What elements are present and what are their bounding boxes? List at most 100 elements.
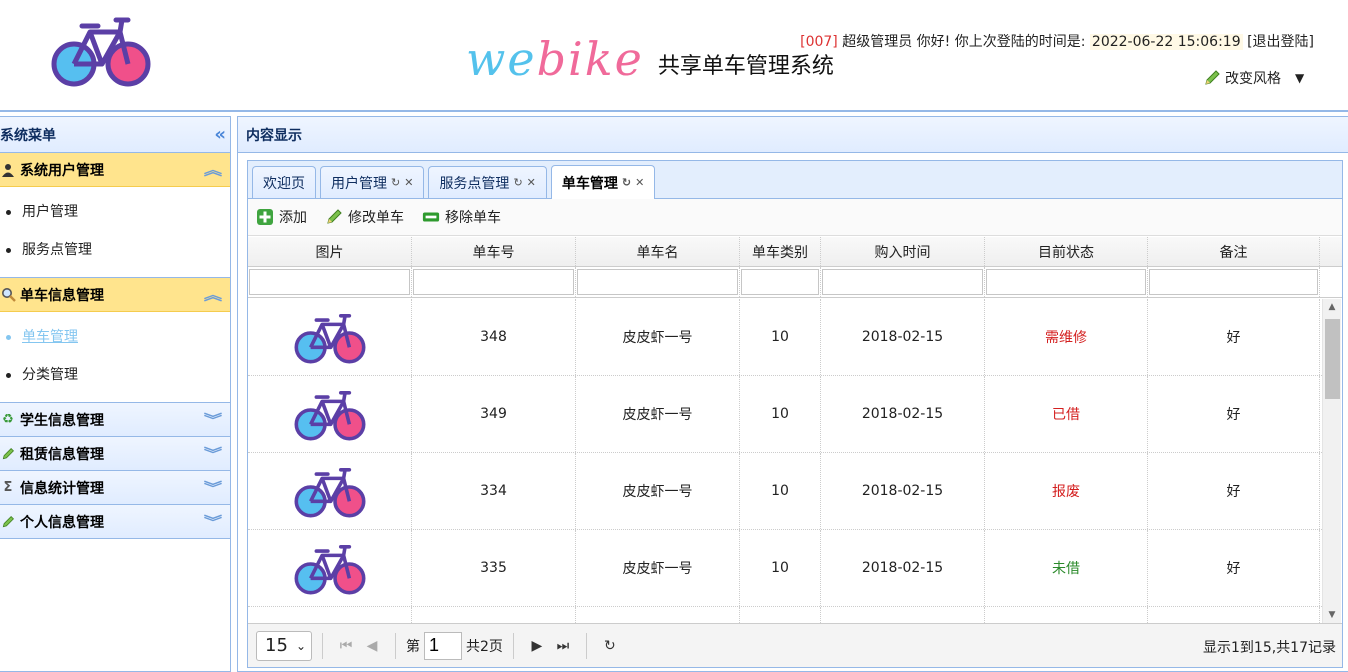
menu-item-bike-management[interactable]: 单车管理 (6, 318, 230, 356)
column-header-image[interactable]: 图片 (248, 237, 412, 266)
close-tab-icon[interactable]: ✕ (635, 176, 644, 189)
menu-item-category-management[interactable]: 分类管理 (6, 356, 230, 394)
empty-cell (412, 607, 576, 623)
edit-bike-button[interactable]: 修改单车 (325, 207, 404, 227)
table-row[interactable]: 349 皮皮虾一号 10 2018-02-15 已借好 (248, 376, 1322, 453)
grid-body: 348 皮皮虾一号 10 2018-02-15 需维修好 349 皮皮虾一号 10 2018-0… (248, 299, 1322, 623)
scroll-down-icon[interactable]: ▼ (1323, 607, 1341, 623)
refresh-tab-icon[interactable]: ↻ (391, 176, 400, 189)
scroll-up-icon[interactable]: ▲ (1323, 299, 1341, 315)
bike-data-grid: 图片 单车号 单车名 单车类别 购入时间 目前状态 备注 348 皮皮虾一号 10 2… (248, 237, 1342, 623)
section-header-statistics[interactable]: Σ 信息统计管理 ︾ (0, 471, 230, 505)
refresh-tab-icon[interactable]: ↻ (622, 176, 631, 189)
column-header-note[interactable]: 备注 (1148, 237, 1320, 266)
table-row[interactable]: 334 皮皮虾一号 10 2018-02-15 报废好 (248, 453, 1322, 530)
bike-image-icon (248, 530, 412, 606)
column-header-bike-name[interactable]: 单车名 (576, 237, 740, 266)
brand-bike: bike (536, 32, 644, 86)
filter-image-input[interactable] (249, 269, 410, 295)
add-button[interactable]: 添加 (256, 207, 307, 227)
pencil-icon (0, 514, 16, 530)
section-header-rental-info[interactable]: 租赁信息管理 ︾ (0, 437, 230, 471)
add-label: 添加 (279, 210, 307, 226)
tab-welcome[interactable]: 欢迎页 (252, 166, 316, 198)
page-size-select[interactable]: 15 ⌄ (256, 630, 312, 661)
pencil-icon (0, 446, 16, 462)
first-page-icon[interactable]: ⏮ (333, 633, 359, 659)
close-tab-icon[interactable]: ✕ (527, 176, 536, 189)
note-cell: 好 (1148, 299, 1320, 375)
sidebar-title: 系统菜单 (0, 127, 56, 144)
header-divider (0, 110, 1348, 112)
collapse-up-icon: ︽ (203, 162, 223, 179)
collapse-sidebar-icon[interactable]: « (214, 124, 225, 145)
table-row[interactable]: 335 皮皮虾一号 10 2018-02-15 未借好 (248, 530, 1322, 607)
empty-cell (248, 607, 412, 623)
next-page-icon[interactable]: ▶ (524, 633, 550, 659)
status-cell: 已借 (985, 376, 1148, 452)
category-cell: 10 (740, 530, 821, 606)
pencil-icon (325, 208, 343, 226)
edit-bike-label: 修改单车 (348, 210, 404, 226)
filter-bike-name-input[interactable] (577, 269, 738, 295)
filter-purchase-date-input[interactable] (822, 269, 983, 295)
section-header-personal-info[interactable]: 个人信息管理 ︾ (0, 505, 230, 539)
collapse-up-icon: ︽ (203, 287, 223, 304)
tab-bike-management[interactable]: 单车管理 ↻ ✕ (550, 165, 656, 199)
tab-label: 欢迎页 (263, 175, 305, 192)
bike-name-cell: 皮皮虾一号 (576, 453, 740, 529)
tab-label: 服务点管理 (439, 175, 510, 192)
bike-id-cell: 348 (412, 299, 576, 375)
filter-bike-id-input[interactable] (413, 269, 574, 295)
scrollbar-thumb[interactable] (1325, 319, 1340, 399)
pager-divider (395, 632, 396, 659)
expand-down-icon: ︾ (203, 514, 223, 531)
menu-item-user-management[interactable]: 用户管理 (6, 193, 230, 231)
prev-page-icon[interactable]: ◀ (359, 633, 385, 659)
tab-user-management[interactable]: 用户管理 ↻ ✕ (320, 166, 425, 198)
add-icon (256, 208, 274, 226)
section-header-student-info[interactable]: ♻ 学生信息管理 ︾ (0, 403, 230, 437)
purchase-date-cell: 2018-02-15 (821, 530, 985, 606)
category-cell: 10 (740, 376, 821, 452)
sigma-icon: Σ (3, 480, 13, 495)
refresh-icon[interactable]: ↻ (597, 633, 623, 659)
close-tab-icon[interactable]: ✕ (404, 176, 413, 189)
remove-bike-button[interactable]: 移除单车 (422, 207, 501, 227)
pencil-icon (1205, 70, 1220, 85)
pager-info: 显示1到15,共17记录 (1203, 640, 1336, 656)
section-label: 个人信息管理 (20, 514, 104, 531)
column-header-status[interactable]: 目前状态 (985, 237, 1148, 266)
logout-link[interactable]: [退出登陆] (1247, 34, 1314, 50)
note-cell: 好 (1148, 530, 1320, 606)
section-body-system-users: 用户管理 服务点管理 (0, 187, 230, 278)
refresh-tab-icon[interactable]: ↻ (513, 176, 522, 189)
tab-label: 用户管理 (331, 175, 387, 192)
tab-container: 欢迎页 用户管理 ↻ ✕ 服务点管理 ↻ ✕ 单车管理 ↻ ✕ 添加 修改单车 … (247, 160, 1343, 668)
column-header-bike-id[interactable]: 单车号 (412, 237, 576, 266)
last-page-icon[interactable]: ⏭ (550, 633, 576, 659)
filter-note-input[interactable] (1149, 269, 1318, 295)
expand-down-icon: ︾ (203, 412, 223, 429)
pager-divider (585, 632, 587, 659)
tab-service-point-management[interactable]: 服务点管理 ↻ ✕ (428, 166, 547, 198)
filter-category-input[interactable] (741, 269, 819, 295)
expand-down-icon: ︾ (203, 446, 223, 463)
brand-subtitle: 共享单车管理系统 (657, 54, 834, 79)
column-header-purchase-date[interactable]: 购入时间 (821, 237, 985, 266)
change-theme-button[interactable]: 改变风格 ▼ (1203, 68, 1304, 88)
table-row[interactable]: 348 皮皮虾一号 10 2018-02-15 需维修好 (248, 299, 1322, 376)
tab-label: 单车管理 (561, 175, 618, 192)
bike-image-icon (248, 453, 412, 529)
menu-item-service-point-management[interactable]: 服务点管理 (6, 231, 230, 269)
section-header-bike-info[interactable]: 单车信息管理 ︽ (0, 278, 230, 312)
section-header-system-users[interactable]: 系统用户管理 ︽ (0, 153, 230, 187)
grid-scrollbar[interactable]: ▲ ▼ (1322, 299, 1341, 623)
bike-logo-icon (51, 17, 151, 87)
column-header-category[interactable]: 单车类别 (740, 237, 821, 266)
bike-id-cell: 334 (412, 453, 576, 529)
content-panel: 内容显示 欢迎页 用户管理 ↻ ✕ 服务点管理 ↻ ✕ 单车管理 ↻ ✕ 添加 … (237, 116, 1348, 672)
content-title: 内容显示 (246, 127, 302, 144)
page-number-input[interactable] (424, 631, 462, 660)
filter-status-input[interactable] (986, 269, 1146, 295)
